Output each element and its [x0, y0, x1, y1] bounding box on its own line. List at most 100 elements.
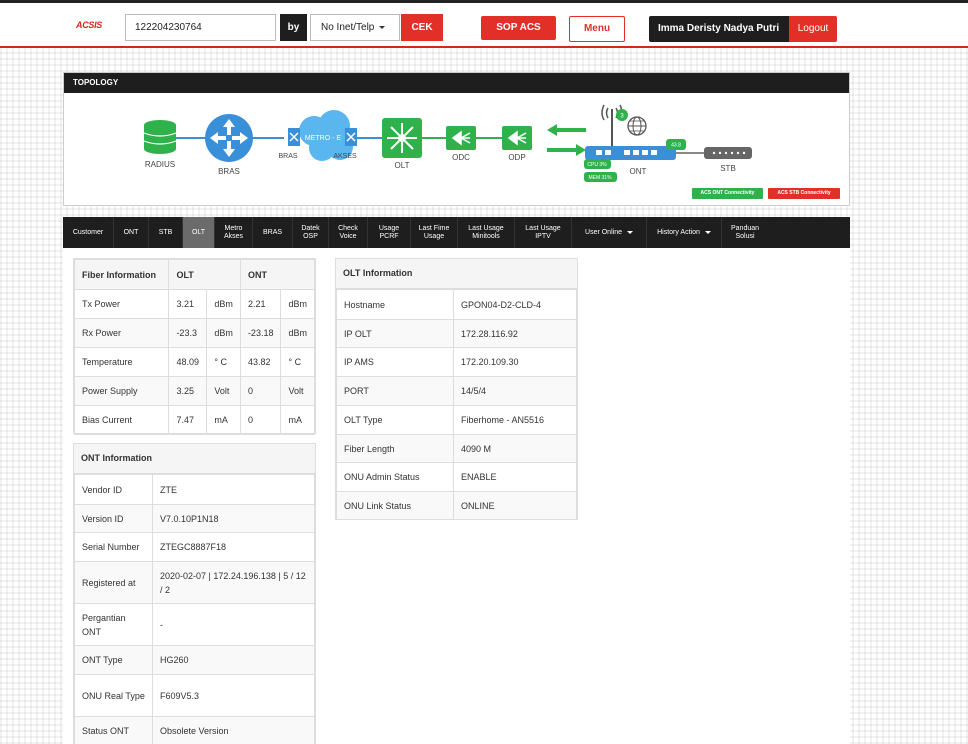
olt-info-value: 172.28.116.92: [453, 319, 577, 348]
fiber-ont-unit: Volt: [280, 376, 315, 406]
fiber-row-label: Tx Power: [73, 289, 170, 319]
tab-ont[interactable]: ONT: [114, 217, 149, 248]
ont-info-label: ONT Type: [74, 645, 153, 675]
fiber-row-label: Rx Power: [73, 318, 170, 348]
sop-acs-button[interactable]: SOP ACS: [481, 16, 556, 40]
search-type-value: No Inet/Telp: [321, 22, 375, 33]
olt-info-label: OLT Type: [336, 405, 454, 435]
acs-ont-connectivity-badge: ACS ONT Connectivity: [692, 188, 763, 199]
tab-user-online[interactable]: User Online: [572, 217, 647, 248]
olt-info-value: ONLINE: [453, 491, 577, 520]
tab-customer[interactable]: Customer: [63, 217, 114, 248]
acs-stb-connectivity-badge: ACS STB Connectivity: [768, 188, 840, 199]
tab-usage-pcrf[interactable]: Usage PCRF: [368, 217, 411, 248]
table-row: Registered at 2020-02-07 | 172.24.196.13…: [74, 561, 315, 604]
tab-bras[interactable]: BRAS: [253, 217, 293, 248]
fiber-row-label: Power Supply: [73, 376, 170, 406]
fiber-olt-unit: dBm: [206, 318, 241, 348]
app-logo[interactable]: ACSIS: [76, 20, 102, 30]
tab-panduan-solusi[interactable]: Panduan Solusi: [722, 217, 768, 248]
table-row: ONT Type HG260: [74, 645, 315, 675]
olt-info-value: GPON04-D2-CLD-4: [453, 289, 577, 320]
cek-button[interactable]: CEK: [401, 14, 443, 41]
tab-history-action[interactable]: History Action: [647, 217, 722, 248]
table-row: Temperature 48.09 ° C 43.82 ° C: [73, 347, 315, 377]
fiber-info-table: Fiber Information OLT ONT Tx Power 3.21 …: [73, 259, 316, 435]
olt-info-value: 172.20.109.30: [453, 347, 577, 377]
signal-value: 43.8: [671, 143, 681, 149]
metro-bras-label: BRAS: [278, 153, 297, 160]
tab-olt[interactable]: OLT: [183, 217, 215, 248]
bras-label: BRAS: [218, 167, 240, 176]
search-input[interactable]: [125, 14, 276, 41]
ont-info-label: Vendor ID: [74, 474, 153, 505]
tab-check-voice[interactable]: Check Voice: [329, 217, 368, 248]
ont-info-table: Vendor ID ZTE Version ID V7.0.10P1N18 Se…: [74, 474, 315, 744]
olt-info-label: PORT: [336, 376, 454, 406]
fiber-ont-unit: dBm: [280, 289, 315, 319]
fiber-olt-value: 7.47: [168, 405, 208, 435]
fiber-olt-unit: dBm: [206, 289, 241, 319]
fiber-olt-value: 48.09: [168, 347, 208, 377]
fiber-header-olt: OLT: [168, 259, 241, 290]
fiber-header-ont: ONT: [239, 259, 316, 290]
logout-button[interactable]: Logout: [789, 16, 837, 42]
traffic-arrows-icon: [547, 124, 586, 156]
by-label: by: [280, 14, 307, 41]
ont-info-panel: ONT Information Vendor ID ZTE Version ID…: [73, 443, 316, 744]
fiber-olt-unit: ° C: [206, 347, 241, 377]
table-row: Rx Power -23.3 dBm -23.18 dBm: [73, 318, 315, 348]
fiber-header-label: Fiber Information: [73, 259, 170, 290]
ont-info-value: 2020-02-07 | 172.24.196.138 | 5 / 12 / 2: [152, 561, 315, 604]
ont-info-value: Obsolete Version: [152, 716, 315, 744]
odc-splitter-icon: [446, 126, 476, 150]
radius-label: RADIUS: [145, 160, 175, 169]
olt-info-label: IP AMS: [336, 347, 454, 377]
ont-info-label: Version ID: [74, 504, 153, 533]
olt-info-table: Hostname GPON04-D2-CLD-4 IP OLT 172.28.1…: [336, 289, 577, 520]
ont-info-value: F609V5.3: [152, 674, 315, 717]
search-type-select[interactable]: No Inet/Telp: [310, 14, 400, 41]
topology-title: TOPOLOGY: [64, 73, 849, 93]
table-row: Tx Power 3.21 dBm 2.21 dBm: [73, 289, 315, 319]
ont-info-value: V7.0.10P1N18: [152, 504, 315, 533]
tab-last-fime-usage[interactable]: Last Fime Usage: [411, 217, 458, 248]
menu-button[interactable]: Menu: [569, 16, 625, 42]
tab-datek-osp[interactable]: Datek OSP: [293, 217, 329, 248]
olt-info-label: ONU Admin Status: [336, 462, 454, 492]
ont-info-value: ZTEGC8887F18: [152, 532, 315, 562]
tab-last-usage-minitools[interactable]: Last Usage Minitools: [458, 217, 515, 248]
olt-info-label: Fiber Length: [336, 434, 454, 463]
olt-info-label: IP OLT: [336, 319, 454, 348]
table-row: Version ID V7.0.10P1N18: [74, 504, 315, 533]
ont-info-label: Status ONT: [74, 716, 153, 744]
olt-info-label: Hostname: [336, 289, 454, 320]
fiber-ont-unit: mA: [280, 405, 315, 435]
fiber-ont-value: -23.18: [239, 318, 282, 348]
table-row: Pergantian ONT -: [74, 603, 315, 646]
tab-metro-akses[interactable]: Metro Akses: [215, 217, 253, 248]
fiber-ont-unit: ° C: [280, 347, 315, 377]
fiber-ont-unit: dBm: [280, 318, 315, 348]
cpu-value: CPU 3%: [587, 162, 607, 168]
table-row: Serial Number ZTEGC8887F18: [74, 532, 315, 562]
odp-label: ODP: [508, 153, 525, 162]
odc-label: ODC: [452, 153, 470, 162]
table-row: Status ONT Obsolete Version: [74, 716, 315, 744]
fiber-ont-value: 2.21: [239, 289, 282, 319]
bras-router-icon: [205, 114, 253, 162]
table-row: PORT 14/5/4: [336, 376, 577, 406]
fiber-olt-value: 3.21: [168, 289, 208, 319]
olt-info-value: 4090 M: [453, 434, 577, 463]
table-row: IP AMS 172.20.109.30: [336, 347, 577, 377]
info-tabs: Customer ONT STB OLT Metro Akses BRAS Da…: [63, 217, 850, 248]
ont-info-value: ZTE: [152, 474, 315, 505]
fiber-row-label: Bias Current: [73, 405, 170, 435]
tab-last-usage-iptv[interactable]: Last Usage IPTV: [515, 217, 572, 248]
table-row: ONU Admin Status ENABLE: [336, 462, 577, 492]
tab-stb[interactable]: STB: [149, 217, 183, 248]
ont-info-label: Serial Number: [74, 532, 153, 562]
radius-icon: [143, 120, 177, 154]
table-row: IP OLT 172.28.116.92: [336, 319, 577, 348]
fiber-olt-unit: Volt: [206, 376, 241, 406]
